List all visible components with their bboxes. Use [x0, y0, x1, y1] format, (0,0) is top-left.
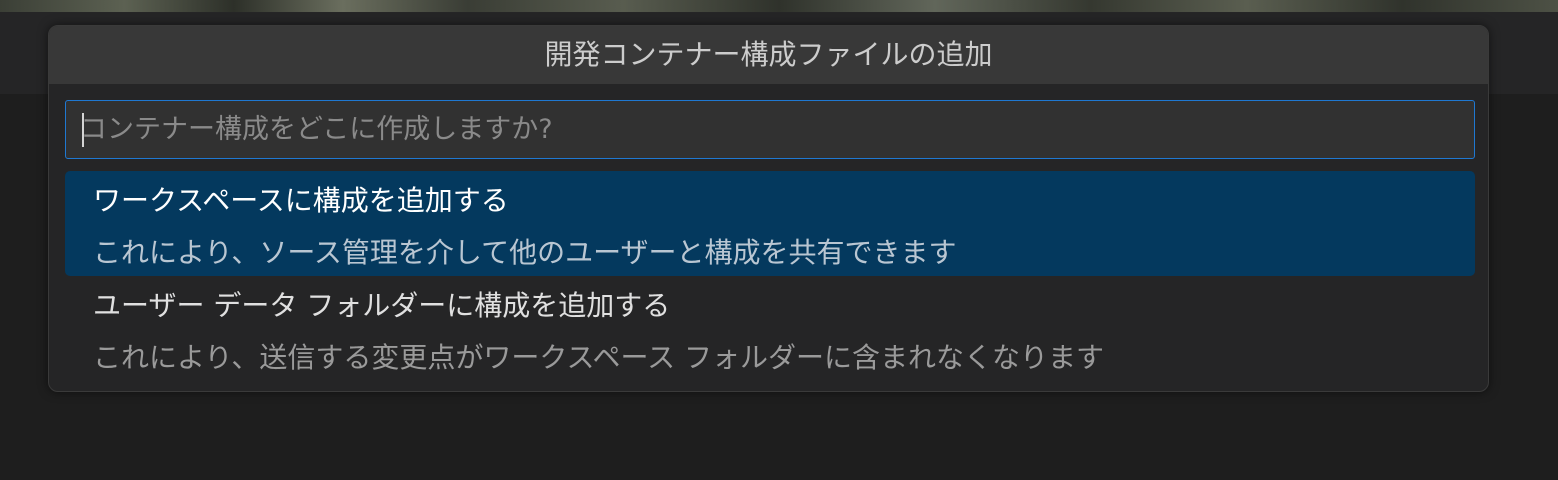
quick-pick-item-description: これにより、ソース管理を介して他のユーザーと構成を共有できます [93, 236, 957, 269]
quick-pick-list: ワークスペースに構成を追加する これにより、ソース管理を介して他のユーザーと構成… [65, 171, 1475, 381]
quick-input-title: 開発コンテナー構成ファイルの追加 [49, 26, 1488, 84]
window-background-strip [0, 0, 1558, 12]
quick-pick-item-label: ユーザー データ フォルダーに構成を追加する [93, 289, 671, 322]
quick-input-field[interactable] [66, 101, 1474, 158]
quick-pick-item-description: これにより、送信する変更点がワークスペース フォルダーに含まれなくなります [93, 341, 1105, 374]
quick-pick-item-workspace[interactable]: ワークスペースに構成を追加する これにより、ソース管理を介して他のユーザーと構成… [65, 171, 1475, 276]
quick-input-dialog: 開発コンテナー構成ファイルの追加 ワークスペースに構成を追加する これにより、ソ… [48, 25, 1489, 392]
quick-pick-item-user-data-folder[interactable]: ユーザー データ フォルダーに構成を追加する これにより、送信する変更点がワーク… [65, 276, 1475, 381]
quick-input-box[interactable] [65, 100, 1475, 159]
quick-pick-item-label: ワークスペースに構成を追加する [93, 184, 509, 217]
text-caret [82, 113, 84, 147]
